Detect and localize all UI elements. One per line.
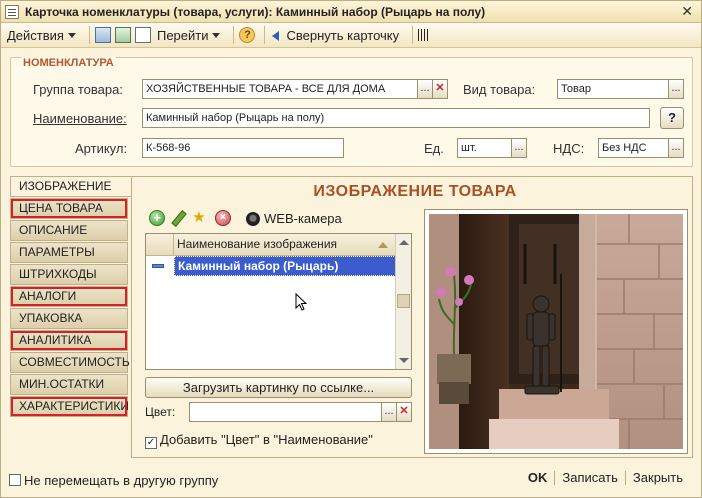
checkbox-empty-icon	[9, 474, 21, 486]
product-photo	[429, 214, 683, 449]
image-list-header[interactable]: Наименование изображения	[146, 234, 396, 256]
footer-buttons: OK Записать Закрыть	[524, 470, 687, 485]
scroll-down-icon[interactable]	[399, 358, 409, 363]
add-color-checkbox[interactable]: ✓ Добавить "Цвет" в "Наименование"	[145, 432, 373, 449]
mouse-cursor-icon	[295, 293, 307, 311]
tab-strip: ИЗОБРАЖЕНИЕ ЦЕНА ТОВАРА ОПИСАНИЕ ПАРАМЕТ…	[10, 176, 132, 426]
image-list-scrollbar[interactable]	[395, 234, 411, 369]
webcam-icon	[246, 211, 260, 226]
webcam-button[interactable]: WEB-камера	[246, 211, 342, 226]
nomenclature-title: НОМЕНКЛАТУРА	[21, 57, 116, 69]
add-icon[interactable]: +	[149, 210, 165, 226]
chevron-down-icon	[212, 32, 221, 38]
nomenclature-group: НОМЕНКЛАТУРА Группа товара: ХОЗЯЙСТВЕННЫ…	[10, 57, 693, 167]
card-icon	[5, 4, 19, 19]
sort-icon	[378, 242, 388, 248]
close-icon[interactable]: ✕	[681, 3, 693, 20]
edit-pencil-icon[interactable]	[170, 210, 186, 226]
image-list-header-label: Наименование изображения	[177, 237, 338, 251]
group-label: Группа товара:	[33, 82, 123, 97]
help-button[interactable]: ?	[660, 107, 684, 129]
color-clear-button[interactable]: ✕	[396, 402, 412, 422]
tab-barcodes[interactable]: ШТРИХКОДЫ	[10, 264, 128, 285]
product-photo-image	[429, 214, 683, 449]
no-move-checkbox[interactable]: Не перемещать в другую группу	[9, 473, 218, 488]
tab-analogs[interactable]: АНАЛОГИ	[10, 286, 128, 307]
product-card-window: Карточка номенклатуры (товара, услуги): …	[0, 0, 702, 498]
table-row[interactable]: Каминный набор (Рыцарь)	[146, 256, 396, 277]
footer-separator	[554, 470, 556, 485]
toolbar-separator	[88, 26, 90, 44]
tab-characteristics[interactable]: ХАРАКТЕРИСТИКИ	[10, 396, 129, 417]
name-label[interactable]: Наименование:	[33, 111, 127, 126]
product-photo-frame	[424, 209, 688, 454]
image-list[interactable]: Наименование изображения Каминный набор …	[145, 233, 412, 370]
unit-label: Ед.	[424, 141, 444, 156]
help-icon[interactable]: ?	[239, 27, 256, 43]
collapse-arrow-icon	[272, 29, 282, 41]
image-name-cell[interactable]: Каминный набор (Рыцарь)	[174, 256, 396, 276]
add-color-label: Добавить "Цвет" в "Наименование"	[160, 432, 373, 447]
article-label: Артикул:	[75, 141, 128, 156]
collapse-label: Свернуть карточку	[286, 27, 400, 43]
tab-image[interactable]: ИЗОБРАЖЕНИЕ	[10, 176, 132, 197]
ok-button[interactable]: OK	[524, 470, 552, 485]
tab-packaging[interactable]: УПАКОВКА	[10, 308, 128, 329]
image-list-mark-column	[146, 234, 174, 255]
tab-analytics[interactable]: АНАЛИТИКА	[10, 330, 128, 351]
image-panel: ИЗОБРАЖЕНИЕ ТОВАРА + ★ × WEB-камера Наим…	[131, 176, 693, 458]
toolbar-separator	[412, 26, 414, 44]
article-field[interactable]: К-568-96	[142, 138, 344, 158]
image-panel-title: ИЗОБРАЖЕНИЕ ТОВАРА	[313, 183, 517, 200]
star-icon[interactable]: ★	[191, 210, 207, 226]
close-button[interactable]: Закрыть	[629, 470, 687, 485]
scroll-thumb[interactable]	[397, 294, 410, 308]
no-move-label: Не перемещать в другую группу	[24, 473, 219, 488]
color-field[interactable]	[189, 402, 382, 422]
tab-parameters[interactable]: ПАРАМЕТРЫ	[10, 242, 128, 263]
goto-menu-button[interactable]: Перейти	[155, 28, 223, 43]
save-button[interactable]: Записать	[558, 470, 622, 485]
footer-separator	[624, 470, 626, 485]
vat-label: НДС:	[553, 141, 585, 156]
collapse-card-button[interactable]: Свернуть карточку	[270, 28, 401, 43]
toolbar-separator	[233, 26, 235, 44]
save-close-icon[interactable]	[94, 27, 111, 43]
window-title: Карточка номенклатуры (товара, услуги): …	[25, 4, 486, 19]
webcam-label: WEB-камера	[264, 211, 342, 226]
tab-compatibility[interactable]: СОВМЕСТИМОСТЬ	[10, 352, 130, 373]
toolbar: Действия Перейти ? Свернуть карточку	[1, 23, 701, 48]
vat-field[interactable]: Без НДС	[598, 138, 670, 158]
chevron-down-icon	[67, 32, 76, 38]
name-field[interactable]: Каминный набор (Рыцарь на полу)	[142, 108, 650, 128]
scroll-up-icon[interactable]	[399, 240, 409, 245]
color-label: Цвет:	[145, 405, 176, 419]
checkbox-checked-icon: ✓	[145, 437, 157, 449]
refresh-icon[interactable]	[114, 27, 131, 43]
group-clear-button[interactable]: ✕	[432, 79, 448, 99]
kind-label: Вид товара:	[463, 82, 536, 97]
group-field[interactable]: ХОЗЯЙСТВЕННЫЕ ТОВАРА - ВСЕ ДЛЯ ДОМА	[142, 79, 418, 99]
kind-select-button[interactable]: ...	[668, 79, 684, 99]
delete-icon[interactable]: ×	[215, 210, 231, 226]
tab-min-stock[interactable]: МИН.ОСТАТКИ	[10, 374, 128, 395]
actions-menu-button[interactable]: Действия	[5, 28, 78, 43]
color-select-button[interactable]: ...	[381, 402, 397, 422]
load-image-by-link-button[interactable]: Загрузить картинку по ссылке...	[145, 377, 412, 398]
row-marker-icon	[152, 264, 164, 268]
goto-label: Перейти	[156, 27, 209, 43]
barcode-icon[interactable]	[418, 29, 431, 41]
title-bar: Карточка номенклатуры (товара, услуги): …	[1, 1, 701, 23]
vat-select-button[interactable]: ...	[668, 138, 684, 158]
unit-field[interactable]: шт.	[457, 138, 512, 158]
tab-price[interactable]: ЦЕНА ТОВАРА	[10, 198, 128, 219]
toolbar-separator	[264, 26, 266, 44]
tab-description[interactable]: ОПИСАНИЕ	[10, 220, 128, 241]
unit-select-button[interactable]: ...	[511, 138, 527, 158]
actions-label: Действия	[7, 27, 64, 43]
group-select-button[interactable]: ...	[417, 79, 433, 99]
copy-document-icon[interactable]	[134, 27, 151, 43]
kind-field[interactable]: Товар	[557, 79, 670, 99]
